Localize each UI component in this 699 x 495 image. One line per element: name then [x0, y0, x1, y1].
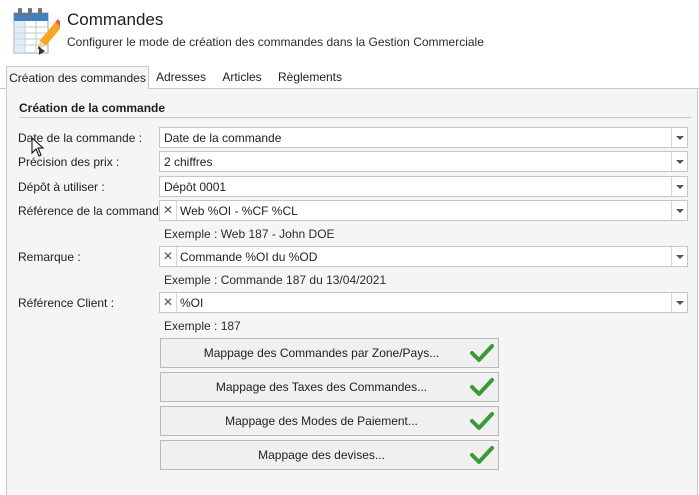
mapping-paiement-label: Mappage des Modes de Paiement...: [225, 414, 418, 428]
depot-combo[interactable]: Dépôt 0001: [159, 176, 688, 197]
chevron-down-icon[interactable]: [671, 247, 687, 266]
mapping-devises-button[interactable]: Mappage des devises...: [160, 440, 499, 470]
mapping-taxes-button[interactable]: Mappage des Taxes des Commandes...: [160, 372, 499, 402]
chevron-down-icon[interactable]: [671, 128, 687, 147]
precision-label: Précision des prix :: [18, 155, 120, 169]
check-icon: [470, 344, 494, 362]
section-title: Création de la commande: [19, 101, 166, 115]
page-subtitle: Configurer le mode de création des comma…: [67, 35, 484, 49]
depot-value: Dépôt 0001: [164, 180, 227, 194]
mapping-paiement-button[interactable]: Mappage des Modes de Paiement...: [160, 406, 499, 436]
mapping-zone-pays-button[interactable]: Mappage des Commandes par Zone/Pays...: [160, 338, 499, 368]
ref-client-combo[interactable]: ✕ %OI: [159, 292, 688, 313]
header: Commandes Configurer le mode de création…: [0, 0, 699, 62]
tab-reglements[interactable]: Règlements: [273, 66, 347, 89]
tab-bar: Création des commandes Adresses Articles…: [0, 66, 699, 90]
chevron-down-icon[interactable]: [671, 293, 687, 312]
reference-example: Exemple : Web 187 - John DOE: [164, 227, 335, 241]
mapping-devises-label: Mappage des devises...: [258, 448, 385, 462]
remarque-value: Commande %OI du %OD: [180, 250, 318, 264]
mapping-zone-pays-label: Mappage des Commandes par Zone/Pays...: [203, 346, 440, 360]
clear-icon[interactable]: ✕: [160, 247, 177, 266]
ref-client-value: %OI: [180, 296, 204, 310]
remarque-combo[interactable]: ✕ Commande %OI du %OD: [159, 246, 688, 267]
tab-articles[interactable]: Articles: [216, 66, 268, 89]
depot-label: Dépôt à utiliser :: [18, 180, 105, 194]
mapping-taxes-label: Mappage des Taxes des Commandes...: [215, 380, 428, 394]
date-combo[interactable]: Date de la commande: [159, 127, 688, 148]
reference-value: Web %OI - %CF %CL: [180, 204, 298, 218]
check-icon: [470, 378, 494, 396]
chevron-down-icon[interactable]: [671, 177, 687, 196]
tab-adresses[interactable]: Adresses: [151, 66, 211, 89]
check-icon: [470, 446, 494, 464]
date-value: Date de la commande: [164, 131, 282, 145]
precision-combo[interactable]: 2 chiffres: [159, 151, 688, 172]
remarque-label: Remarque :: [18, 250, 81, 264]
reference-label: Référence de la commande :: [18, 204, 173, 218]
check-icon: [470, 412, 494, 430]
mouse-cursor-icon: [31, 137, 45, 157]
orders-table-pencil-icon: [13, 8, 60, 55]
clear-icon[interactable]: ✕: [160, 293, 177, 312]
precision-value: 2 chiffres: [164, 155, 213, 169]
ref-client-label: Référence Client :: [18, 296, 115, 310]
tab-content-panel: Création de la commande Date de la comma…: [6, 89, 698, 495]
chevron-down-icon[interactable]: [671, 152, 687, 171]
reference-combo[interactable]: ✕ Web %OI - %CF %CL: [159, 200, 688, 221]
clear-icon[interactable]: ✕: [160, 201, 177, 220]
section-divider: [19, 117, 691, 118]
remarque-example: Exemple : Commande 187 du 13/04/2021: [164, 273, 387, 287]
chevron-down-icon[interactable]: [671, 201, 687, 220]
ref-client-example: Exemple : 187: [164, 319, 241, 333]
tab-creation-commandes[interactable]: Création des commandes: [6, 66, 149, 90]
page-title: Commandes: [67, 10, 164, 29]
